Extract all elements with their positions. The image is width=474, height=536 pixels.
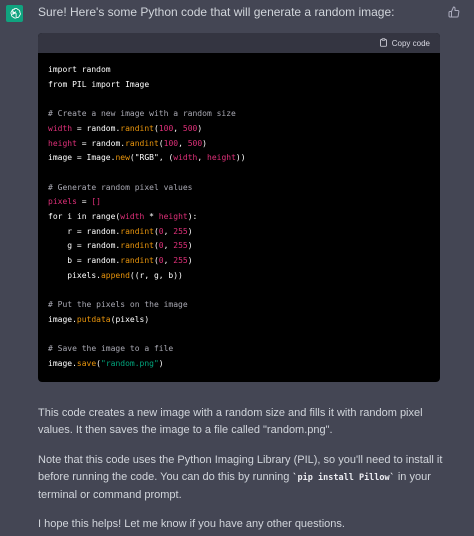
code-token: r = random. <box>48 226 121 236</box>
code-line: height = random.randint(100, 500) <box>48 137 430 152</box>
code-line: r = random.randint(0, 255) <box>48 225 430 240</box>
code-token: ) <box>197 123 203 133</box>
code-line: image.save("random.png") <box>48 357 430 372</box>
code-line: width = random.randint(100, 500) <box>48 122 430 137</box>
code-token: 500 <box>187 138 203 148</box>
code-line: g = random.randint(0, 255) <box>48 239 430 254</box>
code-token: 500 <box>182 123 198 133</box>
code-token: height <box>158 212 188 222</box>
code-line: for i in range(width * height): <box>48 210 430 225</box>
code-token: = <box>76 197 92 207</box>
code-token: image = Image. <box>48 153 116 163</box>
code-line: image.putdata(pixels) <box>48 313 430 328</box>
code-line: import random <box>48 63 430 78</box>
code-token: ) <box>187 226 193 236</box>
code-token: # Generate random pixel values <box>48 182 193 192</box>
closing-paragraph: I hope this helps! Let me know if you ha… <box>38 518 345 530</box>
code-token: width <box>120 212 145 222</box>
code-token: = random. <box>72 123 121 133</box>
code-token: save <box>76 359 97 369</box>
code-token: 255 <box>173 241 188 251</box>
code-token: , ( <box>158 153 174 163</box>
thumbs-up-icon[interactable] <box>447 5 461 19</box>
code-token: # Create a new image with a random size <box>48 109 236 119</box>
code-token: for i in range( <box>48 212 121 222</box>
code-line: # Generate random pixel values <box>48 181 430 196</box>
code-line: pixels = [] <box>48 195 430 210</box>
code-token: import random <box>48 65 111 74</box>
code-token: 100 <box>158 123 174 133</box>
code-token: ): <box>187 212 198 222</box>
code-block-header: Copy code <box>38 33 440 53</box>
code-token: )) <box>235 153 246 163</box>
code-line: pixels.append((r, g, b)) <box>48 269 430 284</box>
code-token: putdata <box>76 314 111 324</box>
code-token: height <box>48 138 77 148</box>
code-block: Copy code import random from PIL import I… <box>38 33 440 382</box>
code-token: , <box>163 256 174 266</box>
code-token: randint <box>120 256 154 266</box>
code-token: ) <box>202 138 207 148</box>
code-token: 255 <box>173 256 188 266</box>
code-token: [] <box>91 197 101 207</box>
code-token: b = random. <box>48 256 121 266</box>
code-line: image = Image.new("RGB", (width, height)… <box>48 151 430 166</box>
code-token: , <box>173 123 183 133</box>
code-token: randint <box>120 226 154 236</box>
code-token: randint <box>120 241 154 251</box>
code-token: ) <box>187 256 193 266</box>
chat-message: Sure! Here's some Python code that will … <box>0 0 474 536</box>
copy-code-button[interactable]: Copy code <box>379 37 430 49</box>
code-token: ) <box>158 359 164 369</box>
copy-code-label: Copy code <box>391 38 430 48</box>
code-token: "RGB" <box>134 153 159 163</box>
code-token: width <box>173 153 198 163</box>
code-token: , <box>197 153 207 163</box>
code-token: from PIL import Image <box>48 79 150 89</box>
code-token: * <box>144 212 159 222</box>
code-token: width <box>48 123 73 133</box>
code-token: pixels <box>48 197 77 207</box>
code-token: pixels. <box>48 270 101 280</box>
code-token: (pixels) <box>110 314 150 324</box>
code-token: , <box>178 138 188 148</box>
code-token: image. <box>48 359 77 369</box>
code-token: "random.png" <box>101 359 159 369</box>
code-token: 255 <box>173 226 188 236</box>
clipboard-icon <box>379 37 388 49</box>
code-token: new <box>115 153 130 163</box>
inline-code-pip-install: `pip install Pillow` <box>292 473 395 483</box>
code-token: height <box>207 153 236 163</box>
code-token: randint <box>120 123 154 133</box>
code-token: , <box>163 241 174 251</box>
code-token: # Put the pixels on the image <box>48 300 188 310</box>
code-token: , <box>163 226 174 236</box>
openai-logo-icon <box>8 7 21 20</box>
message-intro: Sure! Here's some Python code that will … <box>38 5 395 19</box>
code-token: randint <box>125 138 159 148</box>
code-token: = random. <box>76 138 126 148</box>
code-line: # Create a new image with a random size <box>48 107 430 122</box>
code-line: # Put the pixels on the image <box>48 298 430 313</box>
code-token: # Save the image to a file <box>48 344 174 354</box>
code-content[interactable]: import random from PIL import Image # Cre… <box>38 53 440 372</box>
code-token: append <box>100 270 130 280</box>
code-token: g = random. <box>48 241 121 251</box>
code-line: # Save the image to a file <box>48 342 430 357</box>
explanation-paragraph: This code creates a new image with a ran… <box>38 407 423 436</box>
assistant-avatar <box>6 5 23 22</box>
install-note-paragraph: Note that this code uses the Python Imag… <box>38 452 458 504</box>
code-token: image. <box>48 314 77 324</box>
code-token: ((r, g, b)) <box>129 270 183 280</box>
code-line: from PIL import Image <box>48 78 430 93</box>
code-line: b = random.randint(0, 255) <box>48 254 430 269</box>
code-token: ) <box>187 241 193 251</box>
code-token: 100 <box>163 138 179 148</box>
